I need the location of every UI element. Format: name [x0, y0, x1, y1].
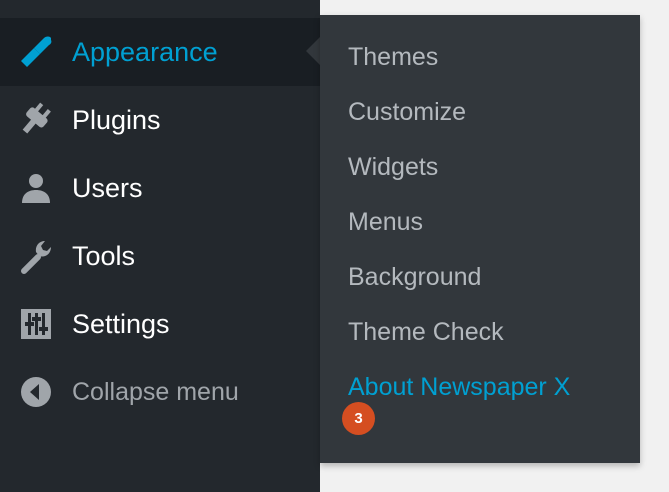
plugin-icon [18, 102, 54, 138]
update-count-badge: 3 [342, 402, 375, 435]
sidebar-item-plugins[interactable]: Plugins [0, 86, 320, 154]
wrench-icon [18, 238, 54, 274]
submenu-item-theme-check[interactable]: Theme Check [348, 318, 504, 347]
submenu-item-menus[interactable]: Menus [348, 208, 423, 237]
appearance-submenu: Themes Customize Widgets Menus Backgroun… [320, 15, 640, 463]
sidebar-item-appearance[interactable]: Appearance [0, 18, 320, 86]
admin-sidebar: Appearance Plugins Users Tools Settings … [0, 0, 320, 492]
sidebar-item-label: Users [72, 172, 143, 203]
collapse-arrow-icon [18, 374, 54, 410]
sidebar-item-label: Plugins [72, 104, 161, 135]
user-icon [18, 170, 54, 206]
paintbrush-icon [18, 34, 54, 70]
submenu-pointer [306, 37, 320, 65]
submenu-item-customize[interactable]: Customize [348, 98, 466, 127]
submenu-item-about-newspaper-x[interactable]: About Newspaper X [348, 373, 570, 402]
submenu-item-themes[interactable]: Themes [348, 43, 438, 72]
submenu-item-background[interactable]: Background [348, 263, 481, 292]
sliders-icon [18, 306, 54, 342]
sidebar-item-label: Tools [72, 240, 136, 271]
sidebar-item-tools[interactable]: Tools [0, 222, 320, 290]
sidebar-item-users[interactable]: Users [0, 154, 320, 222]
sidebar-item-label: Settings [72, 308, 170, 339]
sidebar-item-label: Appearance [72, 36, 218, 67]
submenu-item-widgets[interactable]: Widgets [348, 153, 438, 182]
collapse-menu-label: Collapse menu [72, 377, 239, 406]
sidebar-item-settings[interactable]: Settings [0, 290, 320, 358]
collapse-menu-button[interactable]: Collapse menu [0, 358, 320, 426]
